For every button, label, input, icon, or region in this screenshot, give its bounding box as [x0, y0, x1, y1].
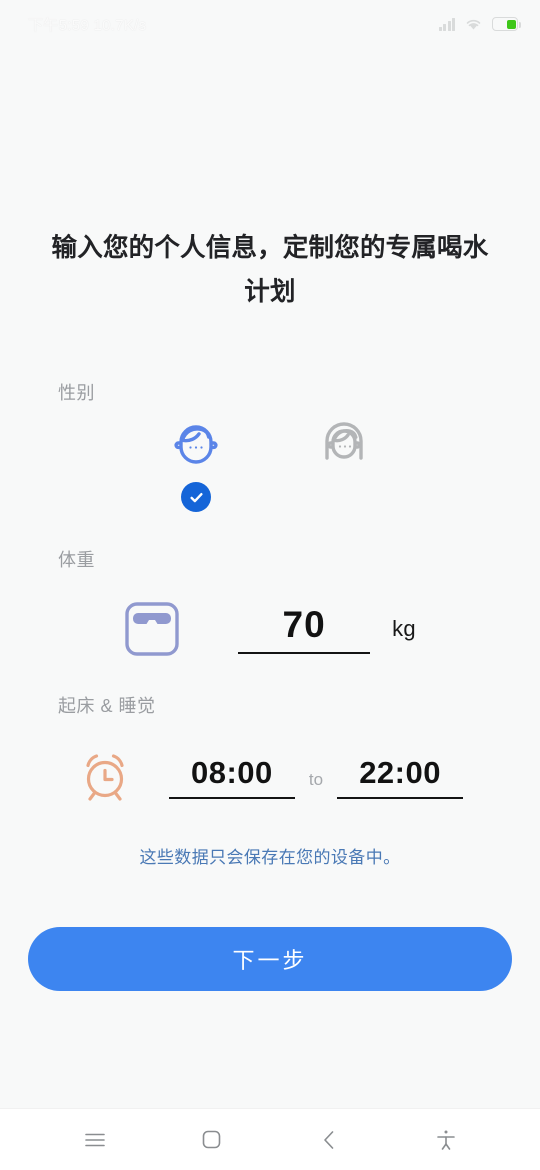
gender-section-label: 性别: [58, 383, 95, 403]
gender-options: [0, 416, 540, 512]
sleep-section-label: 起床 & 睡觉: [58, 696, 156, 716]
battery-icon: [492, 17, 521, 31]
back-button[interactable]: [301, 1118, 357, 1162]
signal-icon: [438, 17, 455, 31]
phone-screen: 下午5:59 10.7K/s 输入您的个人信息，定制您的专属喝水计划 性别 体重…: [0, 0, 540, 1170]
status-bar: 下午5:59 10.7K/s: [0, 0, 540, 48]
gender-option-female[interactable]: [313, 416, 375, 512]
weight-section-label: 体重: [58, 550, 95, 570]
next-button[interactable]: 下一步: [28, 927, 512, 991]
chevron-left-icon: [322, 1130, 336, 1150]
weight-row: 70 kg: [0, 600, 540, 658]
sleep-time-input[interactable]: 22:00: [337, 755, 464, 799]
page-title: 输入您的个人信息，定制您的专属喝水计划: [51, 234, 489, 306]
main-content: 输入您的个人信息，定制您的专属喝水计划 性别 体重 70 kg 起床 & 睡觉 …: [0, 48, 540, 1108]
gender-option-male[interactable]: [165, 416, 227, 512]
weight-unit-label: kg: [392, 616, 416, 641]
status-time-speed: 下午5:59 10.7K/s: [28, 16, 147, 34]
menu-icon: [84, 1132, 106, 1148]
male-avatar-icon: [168, 416, 224, 472]
privacy-note: 这些数据只会保存在您的设备中。: [139, 848, 401, 867]
square-icon: [202, 1130, 221, 1149]
female-avatar-icon: [316, 416, 372, 472]
scale-icon: [124, 600, 180, 658]
status-icons: [438, 17, 521, 31]
check-circle-icon: [181, 482, 211, 512]
weight-input[interactable]: 70: [238, 604, 371, 654]
time-row: 08:00 to 22:00: [0, 748, 540, 806]
system-navigation-bar: [0, 1108, 540, 1170]
recents-button[interactable]: [67, 1118, 123, 1162]
wifi-icon: [464, 17, 483, 31]
home-button[interactable]: [184, 1118, 240, 1162]
alarm-clock-icon: [77, 748, 133, 806]
time-separator-label: to: [308, 770, 324, 789]
accessibility-button[interactable]: [418, 1118, 474, 1162]
wake-time-input[interactable]: 08:00: [168, 755, 295, 799]
accessibility-icon: [436, 1129, 456, 1151]
